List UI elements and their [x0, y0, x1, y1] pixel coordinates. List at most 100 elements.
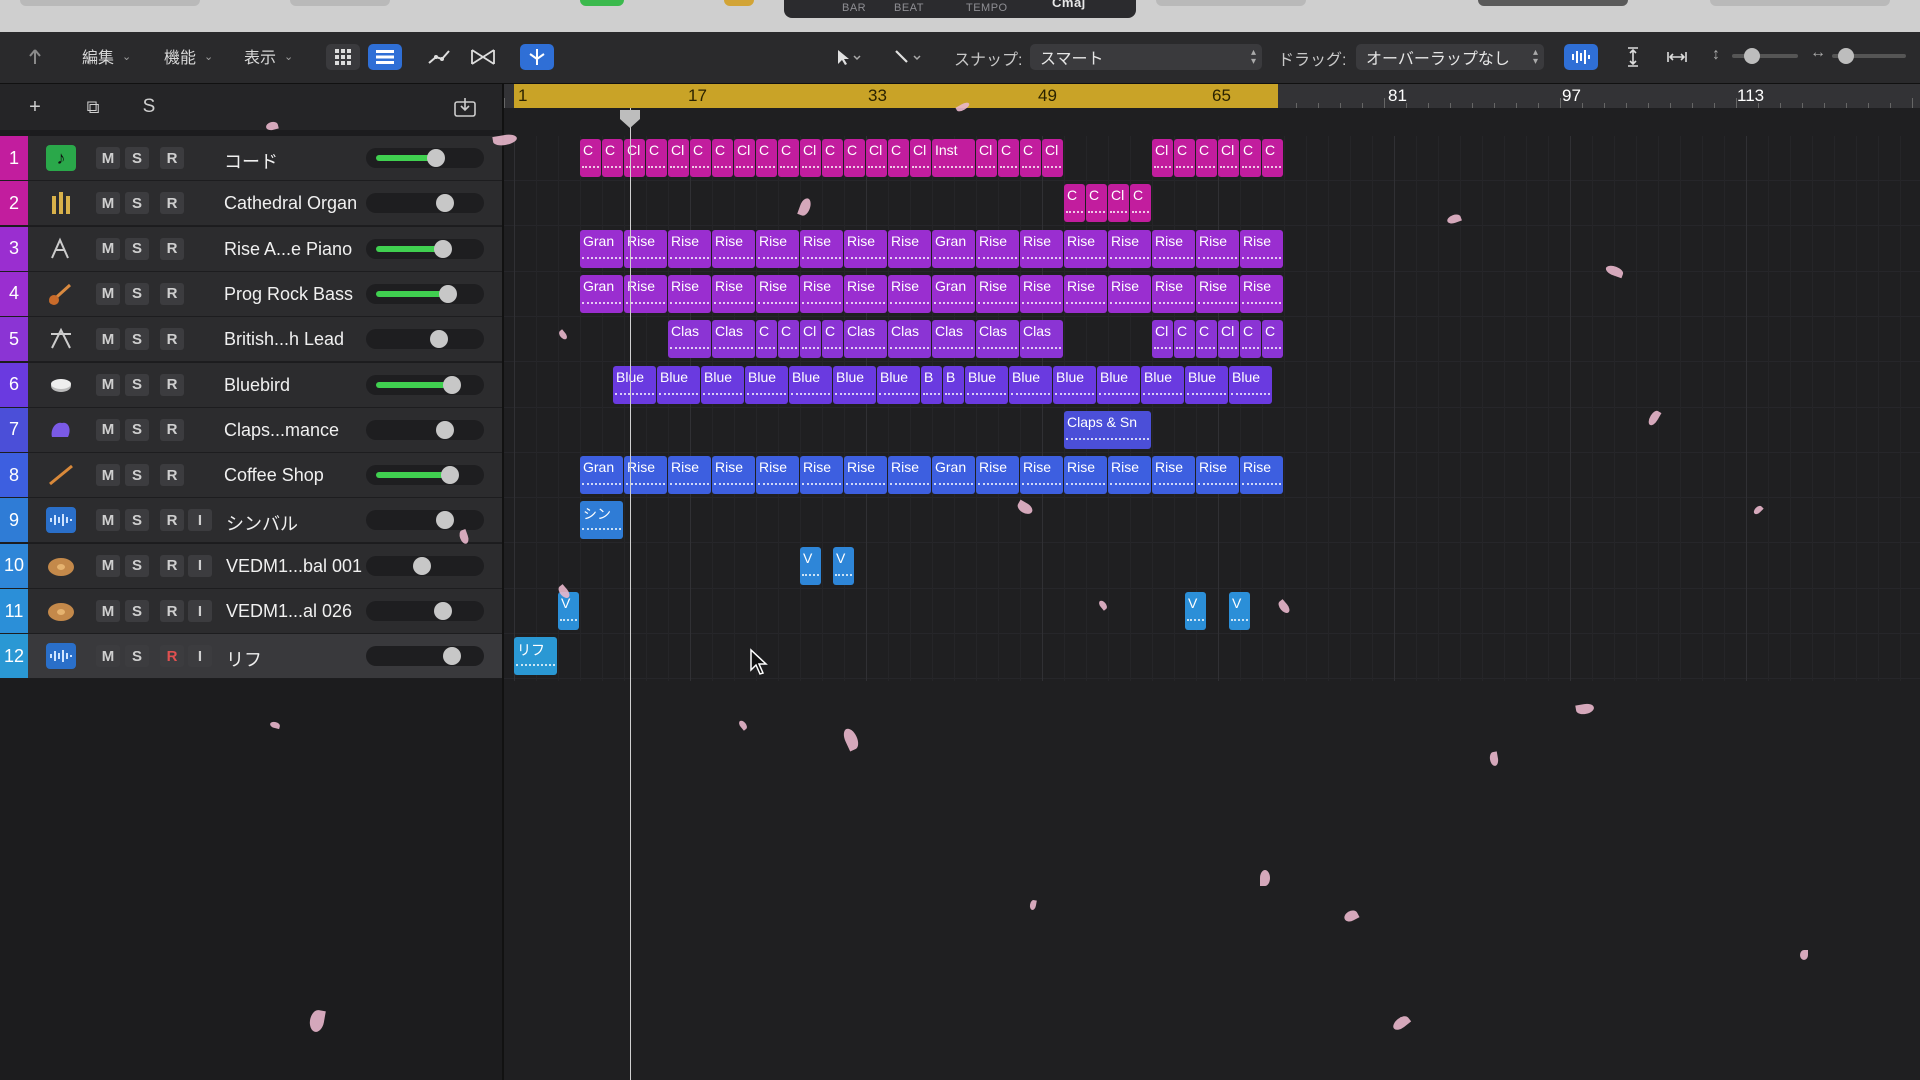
region[interactable]: Gran [580, 274, 623, 313]
record-enable-button[interactable]: R [160, 147, 184, 169]
cycle-region[interactable] [514, 84, 1278, 108]
mute-button[interactable]: M [96, 418, 120, 441]
region[interactable]: Rise [844, 274, 887, 313]
playhead[interactable] [630, 108, 631, 1080]
region[interactable]: Rise [668, 229, 711, 268]
volume-fader[interactable] [366, 238, 484, 259]
track-name[interactable]: Prog Rock Bass [224, 284, 353, 305]
mute-button[interactable]: M [96, 464, 120, 487]
flex-time-icon[interactable] [466, 44, 500, 70]
solo-button[interactable]: S [125, 192, 149, 215]
region[interactable]: Cl [734, 139, 755, 177]
region[interactable]: Cl [1152, 320, 1173, 359]
record-enable-button[interactable]: R [160, 373, 184, 396]
mute-button[interactable]: M [96, 554, 120, 577]
region[interactable]: Blue [1229, 365, 1272, 404]
track-name[interactable]: Bluebird [224, 375, 290, 396]
solo-button[interactable]: S [125, 645, 149, 668]
view-menu[interactable]: 表示 ⌄ [244, 42, 293, 70]
record-enable-button[interactable]: R [160, 645, 184, 668]
input-monitor-button[interactable]: I [188, 645, 212, 668]
region[interactable]: C [602, 139, 623, 177]
volume-knob[interactable] [436, 194, 454, 213]
region[interactable]: V [833, 546, 854, 585]
region[interactable]: Cl [800, 139, 821, 177]
region[interactable]: C [822, 320, 843, 359]
region[interactable]: Clas [888, 320, 931, 359]
solo-button[interactable]: S [125, 373, 149, 396]
region[interactable]: Blue [877, 365, 920, 404]
region[interactable]: Rise [756, 456, 799, 495]
region[interactable]: Cl [976, 139, 997, 177]
input-monitor-button[interactable]: I [188, 600, 212, 622]
mute-button[interactable]: M [96, 328, 120, 351]
region[interactable]: Blue [965, 365, 1008, 404]
track-name[interactable]: Coffee Shop [224, 465, 324, 486]
region[interactable]: シン [580, 501, 623, 540]
region[interactable]: C [1130, 184, 1151, 223]
region[interactable]: Rise [712, 274, 755, 313]
automation-icon[interactable] [422, 44, 456, 70]
top-control-pill[interactable] [290, 0, 390, 6]
global-solo-button[interactable]: S [134, 94, 164, 120]
region[interactable]: Gran [932, 274, 975, 313]
volume-fader[interactable] [366, 419, 484, 440]
record-enable-button[interactable]: R [160, 509, 184, 532]
region[interactable]: Blue [1053, 365, 1096, 404]
track-row[interactable]: 11 M S R I VEDM1...al 026 [0, 589, 503, 634]
region[interactable]: Gran [580, 456, 623, 495]
record-enable-button[interactable]: R [160, 192, 184, 215]
horizontal-zoom-slider[interactable] [1832, 48, 1906, 64]
region[interactable]: C [580, 139, 601, 177]
lcd-display[interactable]: BAR BEAT TEMPO Cmaj [784, 0, 1136, 18]
solo-button[interactable]: S [125, 418, 149, 441]
track-row[interactable]: 6 M S R Bluebird [0, 362, 503, 408]
mute-button[interactable]: M [96, 192, 120, 215]
region[interactable]: C [1196, 320, 1217, 359]
region[interactable]: C [822, 139, 843, 177]
region[interactable]: Blue [1009, 365, 1052, 404]
track-lane[interactable] [504, 544, 1920, 589]
mute-button[interactable]: M [96, 645, 120, 668]
region[interactable]: Cl [1152, 139, 1173, 177]
track-row[interactable]: 7 M S R Claps...mance [0, 407, 503, 453]
region[interactable]: Blue [613, 365, 656, 404]
functions-menu[interactable]: 機能 ⌄ [164, 42, 213, 70]
record-enable-button[interactable]: R [160, 282, 184, 305]
region[interactable]: Rise [756, 274, 799, 313]
solo-button[interactable]: S [125, 282, 149, 305]
region[interactable]: Cl [910, 139, 931, 177]
track-lane[interactable] [504, 498, 1920, 544]
volume-knob[interactable] [436, 420, 454, 439]
volume-knob[interactable] [439, 284, 457, 303]
volume-fader[interactable] [366, 646, 484, 667]
region[interactable]: Rise [800, 274, 843, 313]
volume-knob[interactable] [413, 556, 431, 575]
track-name[interactable]: VEDM1...al 026 [226, 601, 352, 622]
volume-knob[interactable] [436, 511, 454, 530]
region[interactable]: Cl [1218, 320, 1239, 359]
region[interactable]: C [778, 320, 799, 359]
mute-button[interactable]: M [96, 373, 120, 396]
region[interactable]: Rise [1240, 229, 1283, 268]
track-name[interactable]: Cathedral Organ [224, 193, 357, 214]
track-row[interactable]: 5 M S R British...h Lead [0, 317, 503, 363]
region[interactable]: C [756, 320, 777, 359]
track-lane[interactable] [504, 634, 1920, 680]
volume-fader[interactable] [366, 510, 484, 531]
region[interactable]: Rise [756, 229, 799, 268]
volume-knob[interactable] [434, 239, 452, 258]
region[interactable]: Cl [624, 139, 645, 177]
slider-knob[interactable] [1838, 48, 1854, 64]
solo-button[interactable]: S [125, 237, 149, 260]
grid-view-icon[interactable] [326, 44, 360, 70]
region[interactable]: B [943, 365, 964, 404]
track-row[interactable]: 4 M S R Prog Rock Bass [0, 271, 503, 317]
region[interactable]: Cl [866, 139, 887, 177]
region[interactable]: Rise [1196, 229, 1239, 268]
region[interactable]: C [1240, 320, 1261, 359]
region[interactable]: C [1196, 139, 1217, 177]
record-enable-button[interactable]: R [160, 600, 184, 622]
waveform-zoom-icon[interactable] [1564, 44, 1598, 70]
volume-knob[interactable] [427, 149, 445, 167]
